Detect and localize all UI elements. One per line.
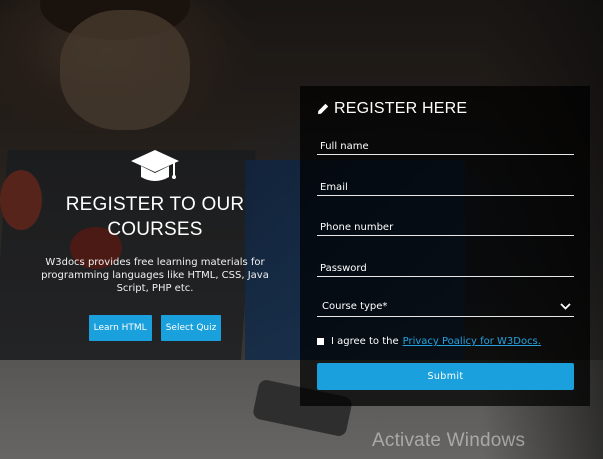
privacy-policy-link[interactable]: Privacy Poalicy for W3Docs. [403,336,541,347]
agree-checkbox[interactable] [317,338,324,345]
select-quiz-button[interactable]: Select Quiz [160,315,222,341]
phone-field [317,215,574,238]
course-type-label: Course type* [322,300,388,312]
form-title: REGISTER HERE [317,100,467,118]
phone-input[interactable] [317,217,574,238]
password-input[interactable] [317,258,574,279]
promo-section: REGISTER TO OUR COURSES W3docs provides … [30,148,280,341]
email-input[interactable] [317,177,574,198]
graduation-cap-icon [131,150,179,181]
agree-text: I agree to the [331,336,399,347]
promo-title: REGISTER TO OUR COURSES [65,194,245,240]
promo-description: W3docs provides free learning materials … [41,257,269,294]
promo-buttons: Learn HTML Select Quiz [30,315,280,341]
register-form: REGISTER HERE Course type* I agree to th… [300,86,590,406]
course-type-select[interactable]: Course type* [317,296,574,317]
activate-windows-watermark: Activate Windows [372,430,526,451]
agree-row: I agree to the Privacy Poalicy for W3Doc… [317,336,541,347]
email-field [317,175,574,198]
full-name-input[interactable] [317,136,574,157]
submit-button[interactable]: Submit [317,363,574,390]
form-title-text: REGISTER HERE [334,100,468,117]
chevron-down-icon [560,302,571,310]
full-name-field [317,134,574,157]
learn-html-button[interactable]: Learn HTML [88,315,152,341]
password-field [317,256,574,279]
pencil-icon [318,103,329,114]
